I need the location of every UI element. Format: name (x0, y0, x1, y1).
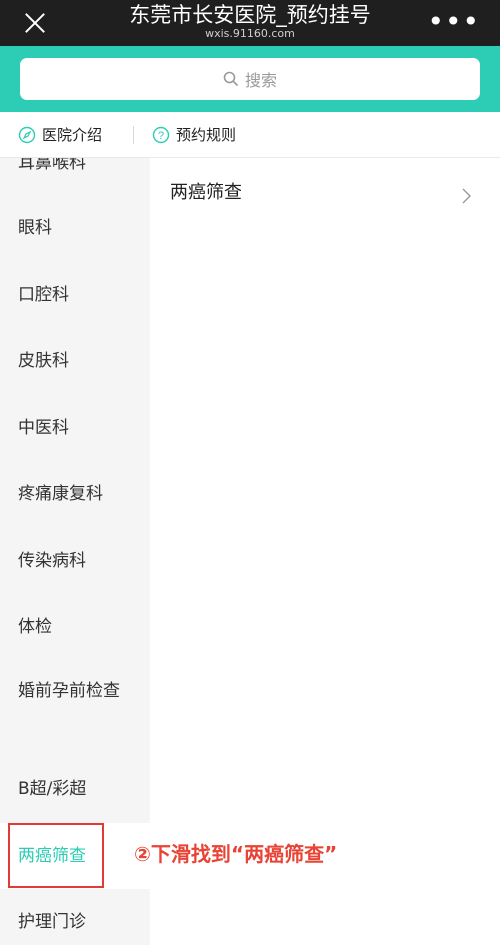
sidebar-item-premarital[interactable]: 婚前孕前检查 (0, 666, 150, 756)
svg-text:?: ? (158, 130, 164, 142)
compass-icon (18, 126, 36, 143)
sidebar-item-label: 口腔科 (18, 285, 69, 305)
sidebar-item-label: 体检 (18, 617, 52, 637)
sidebar-item-ent[interactable]: 耳鼻喉科 (0, 158, 150, 192)
sidebar-item-label: 眼科 (18, 218, 52, 238)
top-bar: 东莞市长安医院_预约挂号 wxis.91160.com ••• (0, 0, 500, 46)
sidebar-item-dental[interactable]: 口腔科 (0, 262, 150, 328)
department-detail-list: 两癌筛查 (150, 158, 500, 945)
highlight-box (8, 823, 104, 888)
search-input[interactable]: 搜索 (20, 58, 480, 100)
hospital-intro-link[interactable]: 医院介绍 (18, 112, 102, 157)
tutorial-annotation: ②下滑找到“两癌筛查” (134, 842, 338, 866)
sidebar-item-infectious[interactable]: 传染病科 (0, 528, 150, 594)
sidebar-item-pain-rehab[interactable]: 疼痛康复科 (0, 461, 150, 527)
sidebar-item-ophthalmology[interactable]: 眼科 (0, 195, 150, 261)
info-bar: 医院介绍 ? 预约规则 (0, 112, 500, 158)
sidebar-item-ultrasound[interactable]: B超/彩超 (0, 756, 150, 822)
booking-rules-label: 预约规则 (176, 126, 237, 144)
sidebar-item-label: 传染病科 (18, 551, 86, 571)
search-placeholder: 搜索 (244, 71, 277, 90)
sidebar-item-label: 皮肤科 (18, 351, 69, 371)
more-options-icon[interactable]: ••• (427, 8, 480, 36)
page-title: 东莞市长安医院_预约挂号 (129, 3, 371, 27)
list-item-label: 两癌筛查 (170, 182, 242, 203)
page-url: wxis.91160.com (205, 27, 295, 40)
sidebar-item-label: 婚前孕前检查 (18, 681, 120, 701)
sidebar-item-physical-exam[interactable]: 体检 (0, 594, 150, 660)
sidebar-item-nursing[interactable]: 护理门诊 (0, 889, 150, 945)
sidebar-item-tcm[interactable]: 中医科 (0, 395, 150, 461)
booking-rules-link[interactable]: ? 预约规则 (152, 112, 236, 157)
question-icon: ? (152, 126, 170, 143)
chevron-right-icon (462, 188, 471, 204)
sidebar-item-label: 疼痛康复科 (18, 484, 103, 504)
hospital-intro-label: 医院介绍 (42, 126, 103, 144)
search-icon (223, 71, 239, 87)
sidebar-item-label: 护理门诊 (18, 912, 86, 932)
search-bar: 搜索 (0, 46, 500, 112)
sidebar-item-label: 耳鼻喉科 (18, 158, 86, 173)
divider (133, 126, 134, 144)
sidebar-item-dermatology[interactable]: 皮肤科 (0, 328, 150, 394)
list-item[interactable]: 两癌筛查 (150, 158, 500, 228)
sidebar-item-label: 中医科 (18, 418, 69, 438)
sidebar-item-label: B超/彩超 (18, 779, 87, 799)
